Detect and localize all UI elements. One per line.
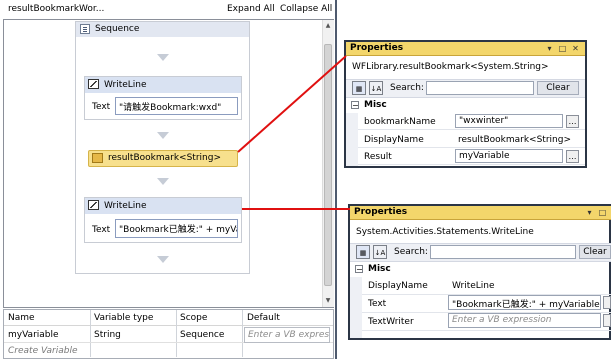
result-bookmark-label: resultBookmark<String> [108, 153, 221, 163]
bookmark-name-value[interactable]: "wxwinter" [455, 114, 563, 128]
drop-target-arrow[interactable] [157, 132, 169, 139]
collapse-category-icon[interactable]: − [355, 265, 363, 274]
writeline-icon [88, 200, 99, 210]
clear-search-button[interactable]: Clear [579, 245, 611, 259]
column-header-scope[interactable]: Scope [180, 313, 207, 323]
result-value[interactable]: myVariable [455, 149, 563, 163]
variable-default-input[interactable]: Enter a VB express [244, 327, 330, 343]
property-name: DisplayName [364, 135, 424, 145]
dropdown-icon[interactable]: ▾ [545, 44, 554, 53]
dropdown-icon[interactable]: ▾ [585, 208, 594, 217]
property-name: bookmarkName [364, 117, 436, 127]
window-divider [335, 0, 337, 359]
sort-alphabetical-icon[interactable]: ↓A [373, 245, 387, 259]
property-search-input[interactable] [426, 81, 534, 95]
drop-target-arrow[interactable] [157, 54, 169, 61]
create-variable-link[interactable]: Create Variable [8, 346, 78, 356]
property-search-input[interactable] [430, 245, 576, 259]
expand-all-link[interactable]: Expand All [227, 4, 275, 14]
properties-title: Properties [354, 207, 408, 217]
display-name-value[interactable]: WriteLine [452, 281, 602, 291]
categorized-view-icon[interactable]: ▦ [356, 245, 370, 259]
bookmark-icon [92, 153, 103, 163]
maximize-icon[interactable]: □ [558, 44, 567, 53]
variables-header-row [4, 310, 333, 326]
scroll-up-icon[interactable]: ▲ [324, 22, 332, 30]
sort-alphabetical-icon[interactable]: ↓A [369, 81, 383, 95]
writeline-title-2: WriteLine [104, 201, 147, 211]
column-header-default[interactable]: Default [247, 313, 280, 323]
expression-editor-button[interactable]: … [566, 150, 579, 163]
property-name: TextWriter [368, 317, 414, 327]
designer-breadcrumb[interactable]: resultBookmarkWor... [8, 4, 104, 14]
text-writer-value[interactable]: Enter a VB expression [448, 313, 601, 328]
maximize-icon[interactable]: □ [598, 208, 607, 217]
expression-editor-button[interactable] [603, 314, 611, 327]
property-grid-gutter [346, 113, 358, 166]
expression-editor-button[interactable]: … [566, 115, 579, 128]
column-header-variable-type[interactable]: Variable type [94, 313, 153, 323]
search-label: Search: [394, 247, 428, 257]
text-expression-value[interactable]: "Bookmark已触发:" + myVariable [448, 295, 601, 310]
property-name: Text [368, 299, 387, 309]
property-name: Result [364, 152, 392, 162]
variable-name-cell[interactable]: myVariable [8, 330, 59, 340]
column-header-name[interactable]: Name [8, 313, 35, 323]
categorized-view-icon[interactable]: ▦ [352, 81, 366, 95]
selected-type-name: WFLibrary.resultBookmark<System.String> [352, 62, 549, 72]
sequence-icon [80, 24, 90, 34]
selected-type-name: System.Activities.Statements.WriteLine [356, 227, 534, 237]
variable-scope-cell[interactable]: Sequence [180, 330, 224, 340]
display-name-value[interactable]: resultBookmark<String> [458, 135, 582, 145]
drop-target-arrow[interactable] [157, 178, 169, 185]
clear-search-button[interactable]: Clear [537, 81, 579, 95]
scrollbar-thumb[interactable] [324, 44, 332, 286]
close-icon[interactable]: ✕ [571, 44, 580, 53]
category-misc: Misc [368, 264, 391, 274]
collapse-category-icon[interactable]: − [351, 101, 359, 110]
scroll-down-icon[interactable]: ▼ [324, 297, 332, 305]
search-label: Search: [390, 83, 424, 93]
drop-target-arrow[interactable] [157, 256, 169, 263]
property-name: DisplayName [368, 281, 428, 291]
writeline-icon [88, 79, 99, 89]
properties-title: Properties [350, 43, 404, 53]
expression-editor-button[interactable] [603, 296, 611, 309]
writeline-text-label-1: Text [92, 102, 111, 112]
variable-type-cell[interactable]: String [94, 330, 121, 340]
writeline-text-label-2: Text [92, 225, 111, 235]
writeline-text-field-2[interactable]: "Bookmark已触发:" + myVa [115, 219, 238, 238]
category-misc: Misc [364, 100, 387, 110]
writeline-text-field-1[interactable]: "请触发Bookmark:wxd" [115, 97, 238, 115]
sequence-label: Sequence [95, 24, 140, 34]
collapse-all-link[interactable]: Collapse All [280, 4, 332, 14]
writeline-title-1: WriteLine [104, 80, 147, 90]
property-grid-gutter [350, 277, 362, 338]
